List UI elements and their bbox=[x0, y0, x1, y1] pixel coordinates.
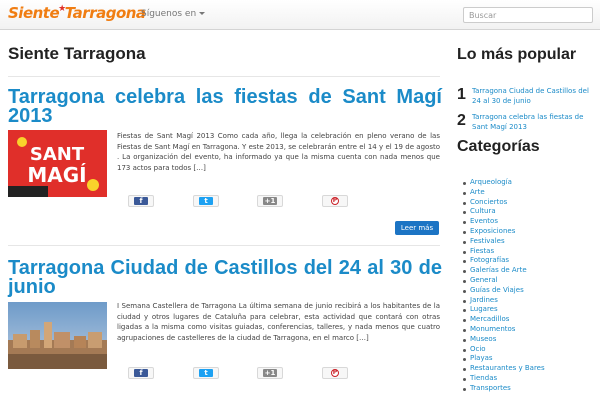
category-link[interactable]: Fiestas bbox=[461, 247, 545, 257]
caret-down-icon bbox=[199, 12, 206, 15]
popular-rank: 2 bbox=[457, 112, 466, 129]
categories-heading: Categorías bbox=[457, 138, 540, 155]
pinterest-button[interactable]: P bbox=[322, 367, 348, 379]
google-plus-icon: +1 bbox=[263, 197, 277, 205]
popular-link[interactable]: Tarragona Ciudad de Castillos del 24 al … bbox=[472, 86, 597, 106]
search-input[interactable] bbox=[463, 7, 593, 23]
thumb-text: SANT bbox=[30, 144, 85, 165]
follow-us-dropdown[interactable]: Síguenos en bbox=[141, 9, 206, 19]
twitter-share-button[interactable]: t bbox=[193, 195, 219, 207]
post-thumbnail[interactable] bbox=[8, 302, 107, 369]
category-link[interactable]: Arte bbox=[461, 188, 545, 198]
category-link[interactable]: Monumentos bbox=[461, 325, 545, 335]
post-title[interactable]: Tarragona Ciudad de Castillos del 24 al … bbox=[8, 258, 442, 297]
category-link[interactable]: Arqueología bbox=[461, 178, 545, 188]
pinterest-icon: P bbox=[331, 197, 339, 205]
category-link[interactable]: Conciertos bbox=[461, 198, 545, 208]
pinterest-button[interactable]: P bbox=[322, 195, 348, 207]
google-plus-button[interactable]: +1 bbox=[257, 367, 283, 379]
twitter-share-button[interactable]: t bbox=[193, 367, 219, 379]
pinterest-icon: P bbox=[331, 369, 339, 377]
facebook-icon: f bbox=[134, 197, 148, 205]
category-link[interactable]: Restaurantes y Bares bbox=[461, 364, 545, 374]
categories-list: Arqueología Arte Conciertos Cultura Even… bbox=[461, 178, 545, 394]
divider bbox=[8, 245, 440, 246]
top-navbar: Siente★Tarragona Síguenos en bbox=[0, 0, 600, 30]
category-link[interactable]: Fotografías bbox=[461, 256, 545, 266]
thumb-text: MAGÍ bbox=[27, 163, 86, 187]
category-link[interactable]: Guías de Viajes bbox=[461, 286, 545, 296]
category-link[interactable]: Transportes bbox=[461, 384, 545, 394]
category-link[interactable]: Eventos bbox=[461, 217, 545, 227]
category-link[interactable]: Playas bbox=[461, 354, 545, 364]
popular-link[interactable]: Tarragona celebra las fiestas de Sant Ma… bbox=[472, 112, 597, 132]
popular-rank: 1 bbox=[457, 86, 466, 103]
category-link[interactable]: Museos bbox=[461, 335, 545, 345]
divider bbox=[8, 76, 440, 77]
category-link[interactable]: General bbox=[461, 276, 545, 286]
read-more-button[interactable]: Leer más bbox=[395, 221, 439, 235]
category-link[interactable]: Festivales bbox=[461, 237, 545, 247]
category-link[interactable]: Cultura bbox=[461, 207, 545, 217]
facebook-share-button[interactable]: f bbox=[128, 367, 154, 379]
post-title[interactable]: Tarragona celebra las fiestas de Sant Ma… bbox=[8, 87, 442, 126]
facebook-icon: f bbox=[134, 369, 148, 377]
category-link[interactable]: Ocio bbox=[461, 345, 545, 355]
post-thumbnail[interactable]: SANT MAGÍ bbox=[8, 130, 107, 197]
facebook-share-button[interactable]: f bbox=[128, 195, 154, 207]
popular-heading: Lo más popular bbox=[457, 46, 577, 63]
post-excerpt: Fiestas de Sant Magí 2013 Como cada año,… bbox=[117, 132, 440, 172]
twitter-icon: t bbox=[199, 369, 213, 377]
category-link[interactable]: Tiendas bbox=[461, 374, 545, 384]
category-link[interactable]: Jardines bbox=[461, 296, 545, 306]
twitter-icon: t bbox=[199, 197, 213, 205]
category-link[interactable]: Galerías de Arte bbox=[461, 266, 545, 276]
category-link[interactable]: Mercadillos bbox=[461, 315, 545, 325]
category-link[interactable]: Exposiciones bbox=[461, 227, 545, 237]
google-plus-button[interactable]: +1 bbox=[257, 195, 283, 207]
page-title: Siente Tarragona bbox=[8, 44, 146, 63]
google-plus-icon: +1 bbox=[263, 369, 277, 377]
category-link[interactable]: Lugares bbox=[461, 305, 545, 315]
site-logo[interactable]: Siente★Tarragona bbox=[8, 4, 146, 26]
post-excerpt: I Semana Castellera de Tarragona La últi… bbox=[117, 302, 440, 342]
